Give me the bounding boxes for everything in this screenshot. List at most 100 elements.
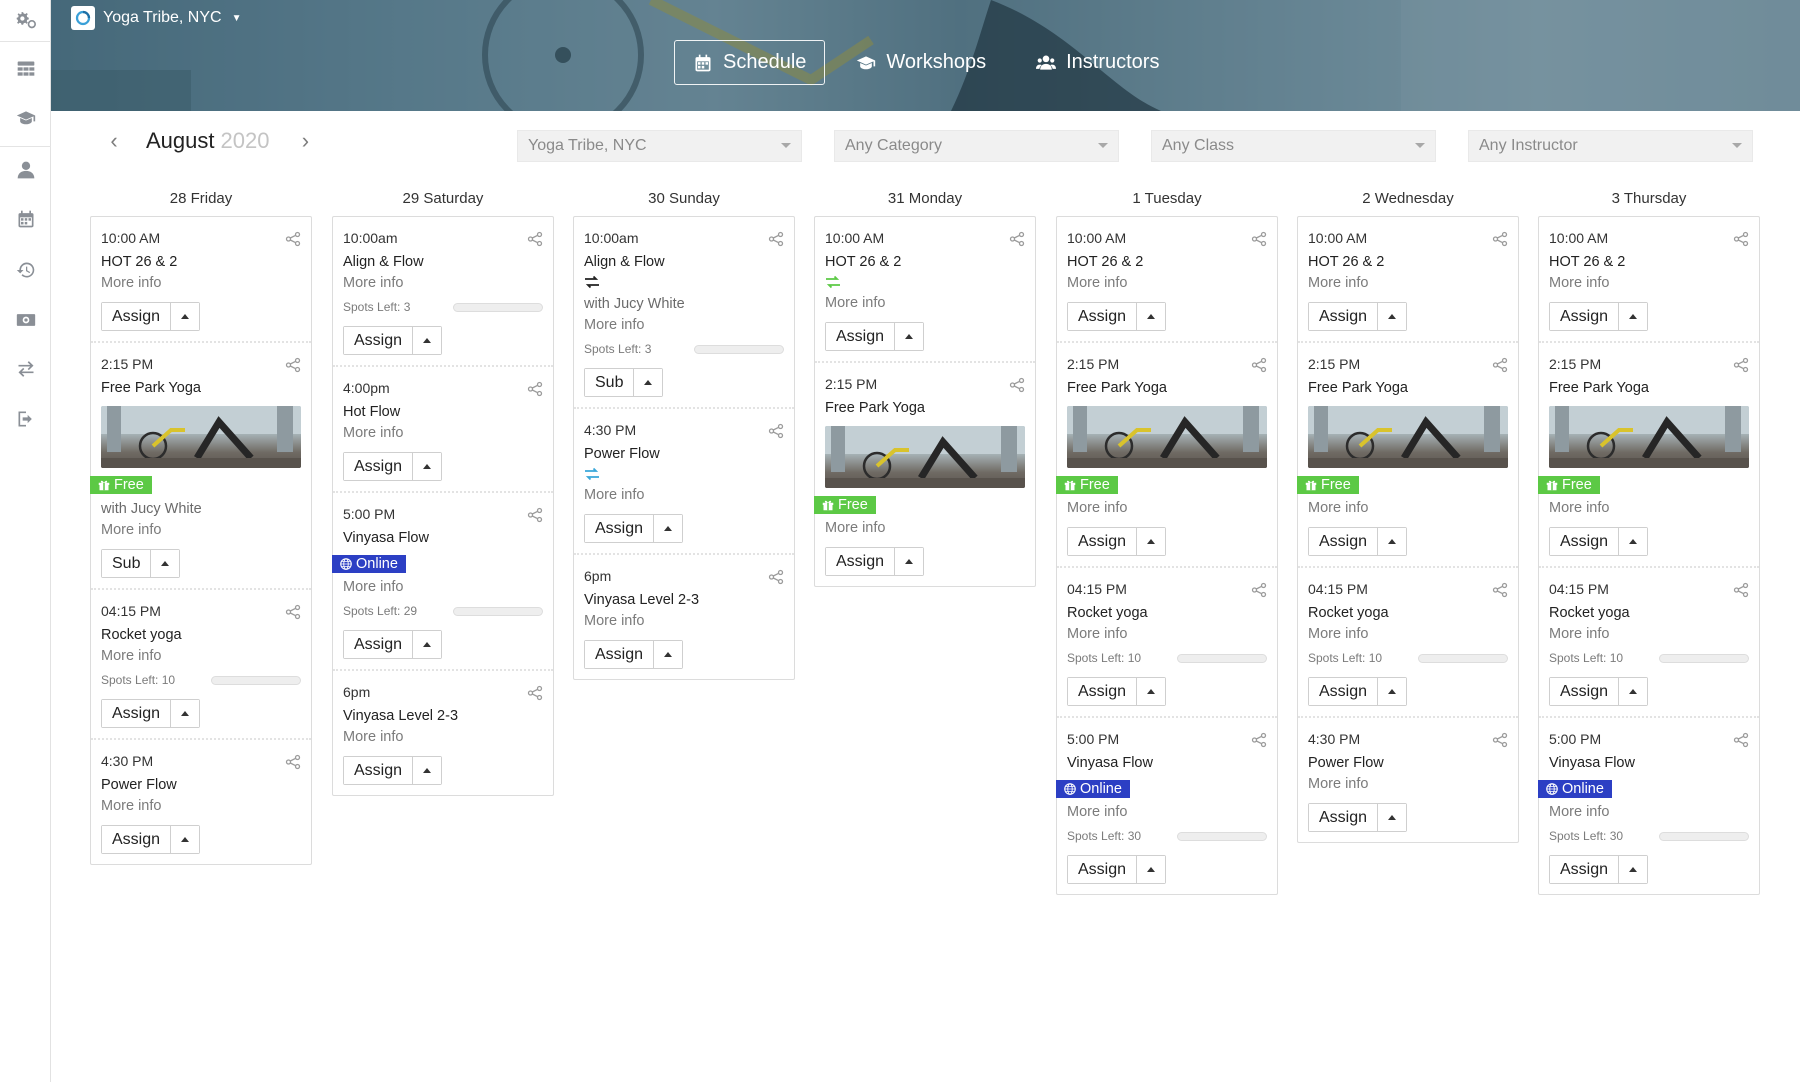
more-info-link[interactable]: More info	[343, 578, 543, 596]
caret-up-icon[interactable]	[1378, 528, 1407, 555]
class-name[interactable]: HOT 26 & 2	[1308, 253, 1508, 271]
class-name[interactable]: Power Flow	[584, 445, 784, 463]
more-info-link[interactable]: More info	[584, 486, 784, 504]
assign-button[interactable]: Assign	[102, 303, 172, 330]
caret-up-icon[interactable]	[413, 631, 442, 658]
caret-up-icon[interactable]	[1619, 856, 1648, 883]
class-name[interactable]: Vinyasa Flow	[343, 529, 543, 547]
class-name[interactable]: Hot Flow	[343, 403, 543, 421]
assign-button[interactable]: Assign	[585, 515, 655, 542]
class-name[interactable]: Rocket yoga	[1308, 604, 1508, 622]
more-info-link[interactable]: More info	[343, 728, 543, 746]
calendar-icon[interactable]	[15, 208, 37, 230]
more-info-link[interactable]: More info	[1308, 625, 1508, 643]
caret-up-icon[interactable]	[634, 369, 663, 396]
graduation-cap-icon[interactable]	[15, 107, 37, 129]
more-info-link[interactable]: More info	[1549, 274, 1749, 292]
share-icon[interactable]	[285, 754, 301, 770]
share-icon[interactable]	[285, 604, 301, 620]
sub-button[interactable]: Sub	[585, 369, 635, 396]
user-icon[interactable]	[15, 159, 37, 181]
caret-up-icon[interactable]	[895, 548, 924, 575]
caret-up-icon[interactable]	[1619, 678, 1648, 705]
caret-up-icon[interactable]	[171, 303, 200, 330]
share-icon[interactable]	[1009, 377, 1025, 393]
assign-button[interactable]: Assign	[1068, 528, 1138, 555]
assign-button[interactable]: Assign	[826, 548, 896, 575]
money-icon[interactable]	[15, 309, 37, 331]
class-name[interactable]: Free Park Yoga	[1308, 379, 1508, 397]
sub-button[interactable]: Sub	[102, 550, 152, 577]
tab-workshops[interactable]: Workshops	[837, 40, 1005, 85]
more-info-link[interactable]: More info	[1067, 803, 1267, 821]
class-name[interactable]: Rocket yoga	[1067, 604, 1267, 622]
share-icon[interactable]	[1492, 582, 1508, 598]
share-icon[interactable]	[1009, 231, 1025, 247]
assign-button[interactable]: Assign	[1068, 303, 1138, 330]
more-info-link[interactable]: More info	[1067, 274, 1267, 292]
class-name[interactable]: Rocket yoga	[101, 626, 301, 644]
assign-button[interactable]: Assign	[344, 327, 414, 354]
class-name[interactable]: Vinyasa Level 2-3	[584, 591, 784, 609]
share-icon[interactable]	[527, 685, 543, 701]
category-filter[interactable]: Any Category	[834, 130, 1119, 162]
class-name[interactable]: Power Flow	[1308, 754, 1508, 772]
caret-up-icon[interactable]	[1619, 303, 1648, 330]
share-icon[interactable]	[1251, 582, 1267, 598]
caret-up-icon[interactable]	[171, 700, 200, 727]
share-icon[interactable]	[285, 357, 301, 373]
more-info-link[interactable]: More info	[101, 797, 301, 815]
more-info-link[interactable]: More info	[343, 424, 543, 442]
gears-icon[interactable]	[15, 9, 37, 31]
class-name[interactable]: Free Park Yoga	[825, 399, 1025, 417]
share-icon[interactable]	[1733, 732, 1749, 748]
caret-up-icon[interactable]	[1378, 804, 1407, 831]
caret-up-icon[interactable]	[1378, 303, 1407, 330]
share-icon[interactable]	[1492, 732, 1508, 748]
class-filter[interactable]: Any Class	[1151, 130, 1436, 162]
class-name[interactable]: Rocket yoga	[1549, 604, 1749, 622]
class-name[interactable]: HOT 26 & 2	[1549, 253, 1749, 271]
sign-out-icon[interactable]	[15, 408, 37, 430]
assign-button[interactable]: Assign	[344, 757, 414, 784]
class-name[interactable]: HOT 26 & 2	[101, 253, 301, 271]
class-name[interactable]: Vinyasa Level 2-3	[343, 707, 543, 725]
class-name[interactable]: Free Park Yoga	[101, 379, 301, 397]
assign-button[interactable]: Assign	[102, 826, 172, 853]
share-icon[interactable]	[768, 423, 784, 439]
share-icon[interactable]	[527, 381, 543, 397]
share-icon[interactable]	[1492, 231, 1508, 247]
more-info-link[interactable]: More info	[584, 612, 784, 630]
assign-button[interactable]: Assign	[1068, 856, 1138, 883]
caret-up-icon[interactable]	[413, 453, 442, 480]
tab-instructors[interactable]: Instructors	[1017, 40, 1178, 85]
assign-button[interactable]: Assign	[1068, 678, 1138, 705]
assign-button[interactable]: Assign	[1309, 804, 1379, 831]
caret-up-icon[interactable]	[151, 550, 180, 577]
more-info-link[interactable]: More info	[584, 316, 784, 334]
more-info-link[interactable]: More info	[1549, 499, 1749, 517]
assign-button[interactable]: Assign	[1309, 678, 1379, 705]
assign-button[interactable]: Assign	[826, 323, 896, 350]
caret-up-icon[interactable]	[1137, 303, 1166, 330]
class-name[interactable]: Free Park Yoga	[1067, 379, 1267, 397]
assign-button[interactable]: Assign	[1550, 678, 1620, 705]
caret-up-icon[interactable]	[1378, 678, 1407, 705]
class-name[interactable]: HOT 26 & 2	[825, 253, 1025, 271]
caret-up-icon[interactable]	[1137, 856, 1166, 883]
share-icon[interactable]	[527, 507, 543, 523]
exchange-icon[interactable]	[15, 358, 37, 380]
class-name[interactable]: Free Park Yoga	[1549, 379, 1749, 397]
chevron-left-icon[interactable]: ‹	[104, 128, 124, 153]
share-icon[interactable]	[768, 569, 784, 585]
assign-button[interactable]: Assign	[1309, 528, 1379, 555]
tab-schedule[interactable]: Schedule	[674, 40, 826, 85]
dashboard-icon[interactable]	[15, 58, 37, 80]
more-info-link[interactable]: More info	[343, 274, 543, 292]
more-info-link[interactable]: More info	[1067, 499, 1267, 517]
share-icon[interactable]	[1492, 357, 1508, 373]
share-icon[interactable]	[1733, 582, 1749, 598]
more-info-link[interactable]: More info	[825, 294, 1025, 312]
assign-button[interactable]: Assign	[1550, 856, 1620, 883]
class-name[interactable]: Vinyasa Flow	[1067, 754, 1267, 772]
